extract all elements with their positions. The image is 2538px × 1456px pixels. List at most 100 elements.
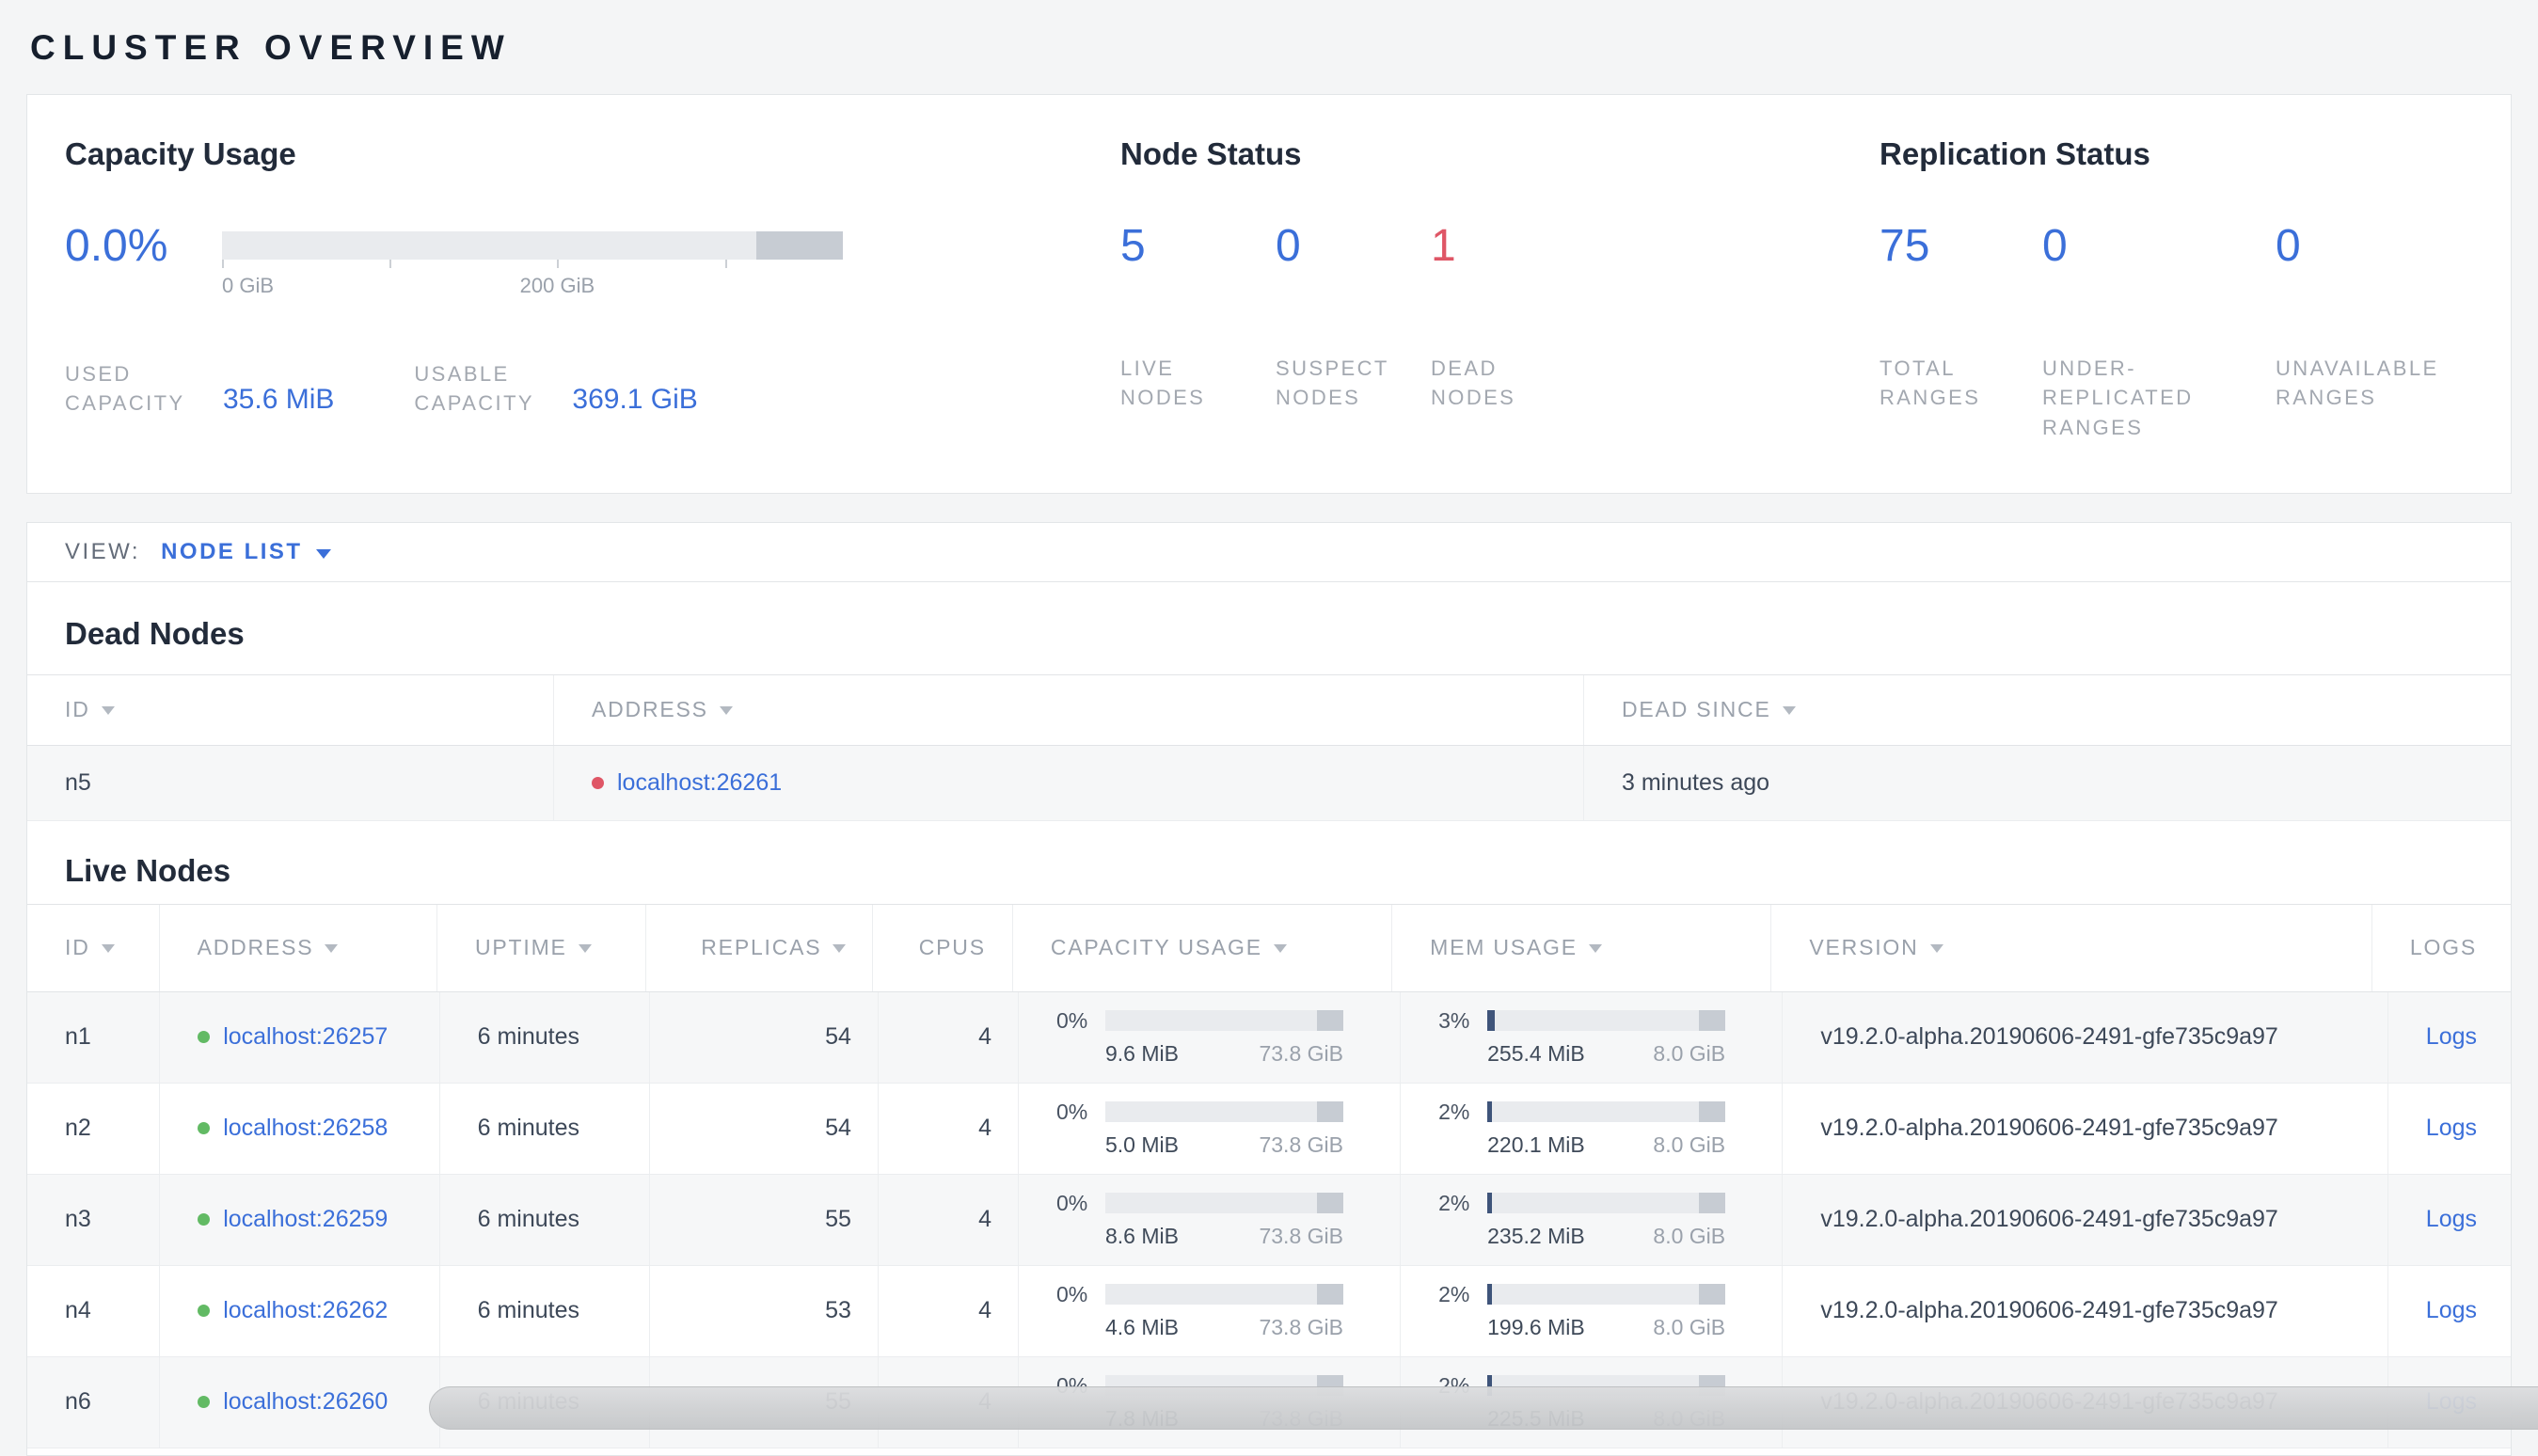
node-address-cell: localhost:26257: [160, 991, 440, 1083]
view-selector-dropdown[interactable]: NODE LIST: [161, 539, 331, 565]
dead-header-id[interactable]: ID: [27, 674, 554, 745]
live-header-logs: LOGS: [2372, 905, 2511, 991]
node-version: v19.2.0-alpha.20190606-2491-gfe735c9a97: [1783, 1083, 2388, 1174]
node-replicas: 55: [650, 1174, 879, 1265]
mem-used-value: 199.6 MiB: [1487, 1314, 1585, 1339]
live-status-icon: [198, 1122, 211, 1135]
node-version: v19.2.0-alpha.20190606-2491-gfe735c9a97: [1783, 1174, 2388, 1265]
dead-node-address-link[interactable]: localhost:26261: [617, 769, 782, 797]
node-status-title: Node Status: [1120, 136, 1302, 171]
node-version: v19.2.0-alpha.20190606-2491-gfe735c9a97: [1783, 1265, 2388, 1356]
sort-arrow-icon: [1782, 706, 1796, 716]
usable-capacity-label: USABLE CAPACITY: [414, 362, 534, 416]
under-replicated-ranges-label: UNDER-REPLICATED RANGES: [2042, 356, 2194, 439]
mem-usage-bar: [1487, 1193, 1726, 1214]
unavailable-ranges-stat: 0 UNAVAILABLE RANGES: [2276, 220, 2473, 442]
capacity-percent: 0.0%: [65, 221, 168, 271]
dead-nodes-section-title: Dead Nodes: [65, 615, 245, 651]
live-nodes-table-header: ID ADDRESS UPTIME REPLICAS CPUS CAPACITY…: [27, 903, 2511, 992]
replication-status-title: Replication Status: [1880, 136, 2150, 171]
live-status-icon: [198, 1305, 211, 1318]
column-label: CPUS: [918, 935, 986, 960]
column-label: MEM USAGE: [1430, 935, 1578, 960]
node-logs-link[interactable]: Logs: [2426, 1023, 2477, 1051]
dead-node-dead-since: 3 minutes ago: [1622, 768, 1770, 796]
node-uptime: 6 minutes: [440, 1083, 650, 1174]
capacity-usage-bar: [1104, 1010, 1343, 1032]
live-status-icon: [198, 1396, 211, 1409]
node-mem-usage: 2% 220.1 MiB 8.0 GiB: [1401, 1083, 1784, 1174]
suspect-nodes-label: SUSPECT NODES: [1276, 356, 1389, 410]
view-bar: VIEW: NODE LIST: [26, 521, 2512, 582]
live-status-icon: [198, 1213, 211, 1227]
unavailable-ranges-label: UNAVAILABLE RANGES: [2276, 356, 2439, 410]
capacity-percent-text: 0%: [1055, 1007, 1088, 1033]
node-address-cell: localhost:26260: [160, 1356, 440, 1448]
live-header-cpus: CPUS: [873, 904, 1013, 991]
live-header-replicas[interactable]: REPLICAS: [646, 904, 874, 991]
suspect-nodes-count: 0: [1276, 221, 1301, 271]
sort-arrow-icon: [719, 706, 733, 716]
used-capacity-stat: USED CAPACITY 35.6 MiB: [65, 359, 334, 418]
node-cpus: 4: [879, 991, 1019, 1083]
column-label: ID: [65, 935, 90, 960]
node-logs-link[interactable]: Logs: [2426, 1206, 2477, 1233]
column-label: ADDRESS: [197, 935, 314, 960]
live-header-capacity-usage[interactable]: CAPACITY USAGE: [1013, 904, 1393, 991]
dead-nodes-count: 1: [1431, 221, 1456, 271]
node-id: n6: [27, 1356, 161, 1448]
sort-arrow-icon: [578, 944, 592, 954]
live-header-mem-usage[interactable]: MEM USAGE: [1392, 904, 1772, 991]
capacity-bar-block: 0 GiB 200 GiB: [222, 220, 843, 303]
axis-label-200: 200 GiB: [519, 274, 595, 297]
node-address-link[interactable]: localhost:26257: [223, 1023, 388, 1051]
dead-node-row: n5 localhost:26261 3 minutes ago: [27, 745, 2511, 821]
horizontal-scrollbar[interactable]: [429, 1386, 2538, 1430]
node-id: n1: [27, 991, 161, 1083]
node-id: n4: [27, 1265, 161, 1356]
view-label: VIEW:: [65, 538, 141, 564]
mem-usage-bar: [1487, 1010, 1726, 1032]
node-replicas: 54: [650, 991, 879, 1083]
usable-capacity-value: 369.1 GiB: [572, 384, 698, 416]
used-capacity-value: 35.6 MiB: [223, 384, 335, 416]
replication-stats: 75 TOTAL RANGES 0 UNDER-REPLICATED RANGE…: [1880, 220, 2473, 442]
node-address-link[interactable]: localhost:26262: [223, 1297, 388, 1324]
node-address-link[interactable]: localhost:26260: [223, 1388, 388, 1416]
cluster-summary-card: Capacity Usage 0.0% 0 GiB 200 GiB USED C…: [26, 94, 2512, 494]
live-nodes-count: 5: [1120, 221, 1146, 271]
capacity-usage-bar: [1104, 1193, 1343, 1214]
capacity-total-value: 73.8 GiB: [1259, 1040, 1343, 1066]
node-status-section: Node Status 5 LIVE NODES 0 SUSPECT NODES…: [1120, 136, 1880, 442]
live-header-version[interactable]: VERSION: [1771, 904, 2372, 991]
node-logs-link[interactable]: Logs: [2426, 1115, 2477, 1142]
node-address-link[interactable]: localhost:26258: [223, 1115, 388, 1142]
node-uptime: 6 minutes: [440, 991, 650, 1083]
node-id: n3: [27, 1174, 161, 1265]
capacity-bar-reserved: [755, 231, 843, 260]
live-header-address[interactable]: ADDRESS: [160, 904, 437, 991]
column-label: DEAD SINCE: [1622, 697, 1771, 722]
node-address-link[interactable]: localhost:26259: [223, 1206, 388, 1233]
mem-percent-text: 2%: [1438, 1190, 1470, 1215]
node-address-cell: localhost:26259: [160, 1174, 440, 1265]
axis-label-zero: 0 GiB: [222, 274, 275, 297]
capacity-chart: 0.0% 0 GiB 200 GiB: [65, 220, 1120, 303]
sort-arrow-icon: [1929, 944, 1943, 954]
dead-header-address[interactable]: ADDRESS: [554, 674, 1584, 745]
dead-status-icon: [592, 776, 604, 789]
node-status-stats: 5 LIVE NODES 0 SUSPECT NODES 1 DEAD NODE…: [1120, 220, 1880, 413]
mem-percent-text: 2%: [1438, 1281, 1470, 1306]
column-label: ID: [65, 697, 90, 722]
node-logs-link[interactable]: Logs: [2426, 1297, 2477, 1324]
total-ranges-count: 75: [1880, 221, 1930, 271]
live-header-uptime[interactable]: UPTIME: [437, 904, 646, 991]
sort-arrow-icon: [1273, 944, 1287, 954]
axis-tick: [389, 260, 392, 268]
live-header-id[interactable]: ID: [27, 904, 160, 991]
capacity-used-value: 8.6 MiB: [1104, 1223, 1179, 1248]
dead-header-dead-since[interactable]: DEAD SINCE: [1584, 675, 2511, 745]
mem-total-value: 8.0 GiB: [1653, 1132, 1726, 1157]
node-capacity-usage: 0% 5.0 MiB 73.8 GiB: [1019, 1083, 1402, 1174]
unavailable-ranges-count: 0: [2276, 221, 2301, 271]
